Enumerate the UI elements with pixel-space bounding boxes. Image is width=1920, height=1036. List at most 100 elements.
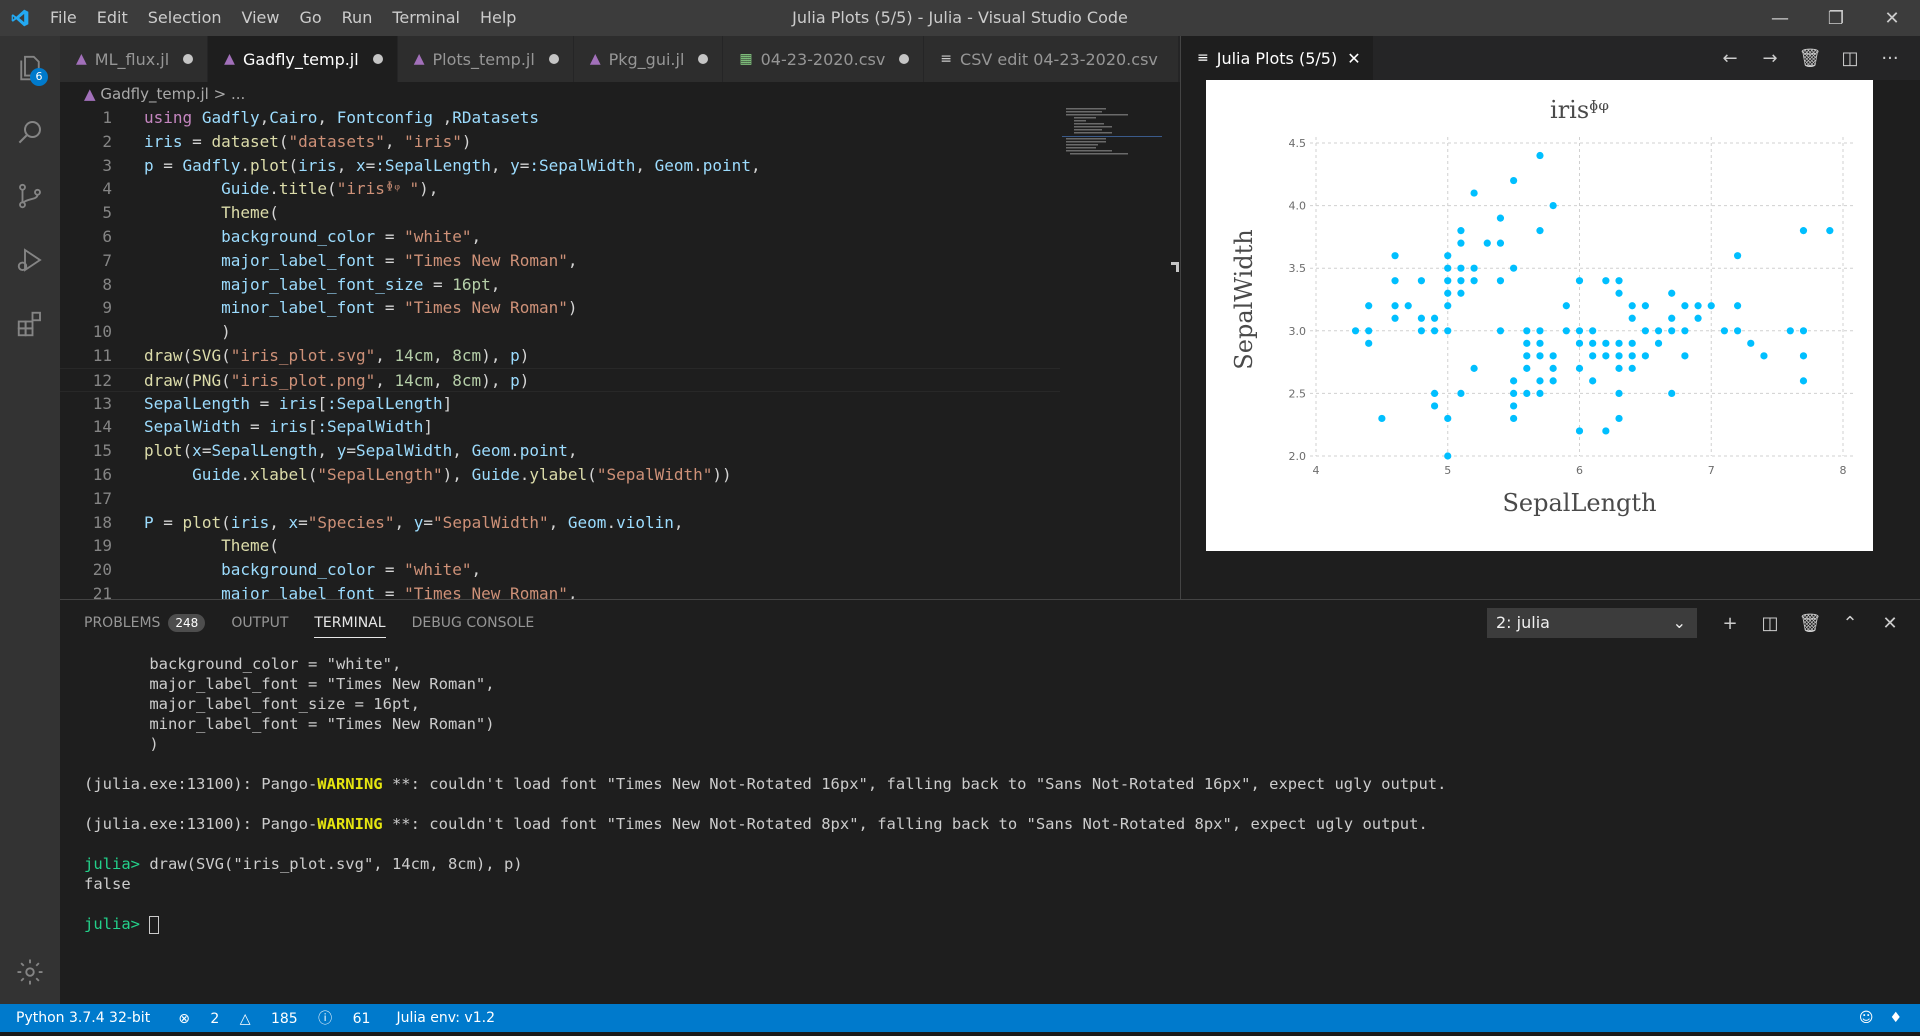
code-line[interactable]: 10 )	[60, 320, 1060, 344]
source-control-icon[interactable]	[0, 164, 60, 228]
minimap[interactable]	[1062, 106, 1162, 166]
julia-env[interactable]: Julia env: v1.2	[386, 1010, 503, 1026]
kill-terminal-icon[interactable]: 🗑	[1790, 613, 1830, 634]
menu-selection[interactable]: Selection	[138, 0, 232, 36]
data-point	[1575, 339, 1584, 347]
y-tick-label: 3.5	[1289, 262, 1307, 275]
terminal-prompt-line[interactable]: julia>	[84, 914, 1884, 934]
code-text: P = plot(iris, x="Species", y="SepalWidt…	[144, 512, 684, 532]
data-point	[1510, 389, 1518, 397]
editor-tab[interactable]: ▲ Gadfly_temp.jl	[208, 36, 398, 82]
menu-run[interactable]: Run	[332, 0, 383, 36]
terminal-select[interactable]: 2: julia ⌄	[1487, 608, 1697, 638]
panel-tab-terminal[interactable]: TERMINAL	[314, 608, 386, 638]
plot-toolbar: ← → 🗑 ◫ ···	[1710, 36, 1910, 80]
code-line[interactable]: 8 major_label_font_size = 16pt,	[60, 273, 1060, 297]
menu-terminal[interactable]: Terminal	[382, 0, 470, 36]
problems-summary[interactable]: ⊗ 2 △ 185 ⓘ 61	[158, 1008, 386, 1028]
code-line[interactable]: 17	[60, 487, 1060, 511]
panel-tab-label: OUTPUT	[231, 615, 289, 631]
data-point	[1536, 352, 1544, 360]
menu-view[interactable]: View	[232, 0, 290, 36]
code-line[interactable]: 19 Theme(	[60, 534, 1060, 558]
feedback-icon[interactable]: ☺	[1851, 1010, 1882, 1026]
code-line[interactable]: 1 using Gadfly,Cairo, Fontconfig ,RDatase…	[60, 106, 1060, 130]
restore-icon[interactable]: ❐	[1808, 0, 1864, 36]
data-point	[1575, 277, 1584, 285]
settings-gear-icon[interactable]	[0, 940, 60, 1004]
split-terminal-icon[interactable]: ◫	[1750, 613, 1790, 634]
maximize-panel-icon[interactable]: ⌃	[1830, 613, 1870, 634]
code-line[interactable]: 18 P = plot(iris, x="Species", y="SepalWi…	[60, 511, 1060, 535]
code-line[interactable]: 5 Theme(	[60, 201, 1060, 225]
code-editor[interactable]: 1 using Gadfly,Cairo, Fontconfig ,RDatase…	[60, 106, 1060, 599]
code-line[interactable]: 4 Guide.title("irisᶲᵠ "),	[60, 177, 1060, 201]
data-point	[1602, 352, 1610, 360]
menu-file[interactable]: File	[40, 0, 87, 36]
data-point	[1549, 352, 1557, 360]
arrow-right-icon[interactable]: →	[1750, 48, 1790, 69]
code-line[interactable]: 14 SepalWidth = iris[:SepalWidth]	[60, 415, 1060, 439]
terminal-output[interactable]: background_color = "white", major_label_…	[84, 654, 1884, 934]
y-tick-label: 4.5	[1289, 137, 1307, 150]
code-line[interactable]: 9 minor_label_font = "Times New Roman")	[60, 296, 1060, 320]
code-line[interactable]: 20 background_color = "white",	[60, 558, 1060, 582]
unsaved-dot-icon[interactable]	[899, 54, 910, 64]
close-panel-icon[interactable]: ✕	[1870, 613, 1910, 634]
close-tab-icon[interactable]: ✕	[1347, 49, 1360, 68]
code-line[interactable]: 7 major_label_font = "Times New Roman",	[60, 249, 1060, 273]
data-point	[1602, 427, 1610, 435]
editor-tab[interactable]: ▲ Pkg_gui.jl	[573, 36, 724, 82]
panel-toolbar: + ◫ 🗑 ⌃ ✕	[1710, 600, 1910, 646]
panel-tab-output[interactable]: OUTPUT	[231, 600, 288, 646]
data-point	[1444, 264, 1452, 272]
code-line[interactable]: 12 draw(PNG("iris_plot.png", 14cm, 8cm), …	[60, 367, 1060, 392]
code-line[interactable]: 15 plot(x=SepalLength, y=SepalWidth, Geom…	[60, 439, 1060, 463]
bell-icon[interactable]: ♦	[1881, 1010, 1910, 1026]
close-window-icon[interactable]: ✕	[1864, 0, 1920, 36]
search-icon[interactable]	[0, 100, 60, 164]
python-interpreter[interactable]: Python 3.7.4 32-bit	[0, 1010, 158, 1026]
code-line[interactable]: 21 major_label_font = "Times New Roman",	[60, 582, 1060, 599]
run-debug-icon[interactable]	[0, 228, 60, 292]
breadcrumb-file[interactable]: Gadfly_temp.jl	[100, 85, 209, 103]
code-line[interactable]: 2 iris = dataset("datasets", "iris")	[60, 130, 1060, 154]
panel-tab-problems[interactable]: PROBLEMS 248	[84, 600, 206, 646]
julia-icon: ▲	[224, 51, 235, 67]
panel-tab-debug-console[interactable]: DEBUG CONSOLE	[412, 600, 535, 646]
unsaved-dot-icon[interactable]	[372, 54, 383, 64]
code-line[interactable]: 6 background_color = "white",	[60, 225, 1060, 249]
chart-title: irisᶲᵠ	[1550, 96, 1609, 124]
code-line[interactable]: 3 p = Gadfly.plot(iris, x=:SepalLength, y…	[60, 154, 1060, 178]
explorer-icon[interactable]: 6	[0, 36, 60, 100]
menu-go[interactable]: Go	[289, 0, 331, 36]
add-terminal-icon[interactable]: +	[1710, 613, 1750, 634]
code-line[interactable]: 11 draw(SVG("iris_plot.svg", 14cm, 8cm), …	[60, 344, 1060, 368]
code-text: draw(PNG("iris_plot.png", 14cm, 8cm), p)	[144, 370, 530, 390]
more-actions-icon[interactable]: ···	[1870, 48, 1910, 69]
menu-help[interactable]: Help	[470, 0, 526, 36]
editor-tab[interactable]: ▲ ML_flux.jl	[60, 36, 209, 82]
unsaved-dot-icon[interactable]	[548, 54, 559, 64]
unsaved-dot-icon[interactable]	[183, 54, 194, 64]
breadcrumb-rest[interactable]: ...	[231, 85, 245, 103]
editor-tab[interactable]: ▦ 04-23-2020.csv	[723, 36, 925, 82]
code-line[interactable]: 16 Guide.xlabel("SepalLength"), Guide.yl…	[60, 463, 1060, 487]
editor-tab[interactable]: ≡ CSV edit 04-23-2020.csv	[924, 36, 1179, 82]
minimize-icon[interactable]: —	[1752, 0, 1808, 36]
data-point	[1694, 314, 1702, 322]
code-text: plot(x=SepalLength, y=SepalWidth, Geom.p…	[144, 441, 578, 461]
split-editor-icon[interactable]: ◫	[1830, 48, 1870, 69]
menu-edit[interactable]: Edit	[87, 0, 138, 36]
arrow-left-icon[interactable]: ←	[1710, 48, 1750, 69]
data-point	[1602, 339, 1610, 347]
extensions-icon[interactable]	[0, 292, 60, 356]
terminal-line: (julia.exe:13100): Pango-WARNING **: cou…	[84, 815, 1428, 833]
unsaved-dot-icon[interactable]	[698, 54, 709, 64]
editor-tab[interactable]: ▲ Plots_temp.jl	[397, 36, 574, 82]
data-point	[1430, 389, 1439, 397]
editor-scrollbar[interactable]	[1168, 106, 1180, 599]
tab-julia-plots[interactable]: ≡ Julia Plots (5/5) ✕	[1181, 36, 1373, 80]
trash-icon[interactable]: 🗑	[1790, 48, 1830, 69]
code-line[interactable]: 13 SepalLength = iris[:SepalLength]	[60, 392, 1060, 416]
